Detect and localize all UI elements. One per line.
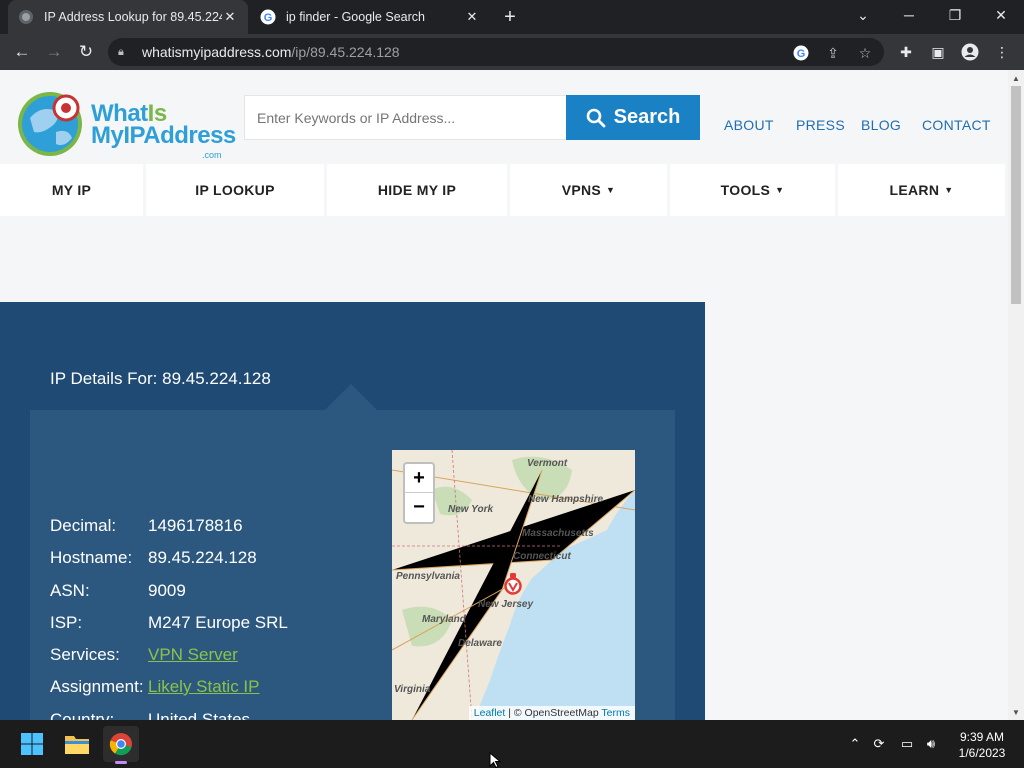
svg-text:G: G <box>264 12 273 24</box>
nav-tools[interactable]: TOOLS ▼ <box>670 164 835 216</box>
nav-ip-lookup[interactable]: IP LOOKUP <box>146 164 324 216</box>
press-link[interactable]: PRESS <box>796 117 845 133</box>
browser-toolbar: ← → ↻ 🔒︎ whatismyipaddress.com/ip/89.45.… <box>0 34 1024 70</box>
logo-text-line2: MyIPAddress <box>91 122 236 149</box>
tab-strip: IP Address Lookup for 89.45.224.128 ✕ G … <box>0 0 1024 34</box>
panel-notch <box>325 384 377 410</box>
extensions-icon[interactable]: ✚ <box>896 42 916 62</box>
close-icon[interactable]: ✕ <box>222 9 238 25</box>
map-label: Maryland <box>422 614 466 625</box>
map-label: Connecticut <box>513 551 571 562</box>
globe-logo-icon <box>18 92 82 156</box>
tab-title: ip finder - Google Search <box>286 10 425 24</box>
search-icon <box>586 108 606 127</box>
profile-icon[interactable] <box>960 42 980 62</box>
search-input[interactable] <box>244 95 566 140</box>
windows-taskbar: ⌃ ⟳ ▭ 🔊︎ 9:39 AM 1/6/2023 <box>0 720 1024 768</box>
clock-time: 9:39 AM <box>959 730 1005 744</box>
new-tab-button[interactable]: + <box>498 5 522 29</box>
mouse-cursor-icon <box>489 752 501 768</box>
sync-icon[interactable]: ⟳ <box>869 734 889 754</box>
tab-ip-lookup[interactable]: IP Address Lookup for 89.45.224.128 ✕ <box>8 0 248 34</box>
map-label: Vermont <box>527 458 568 469</box>
more-menu-icon[interactable]: ⋮ <box>992 42 1012 62</box>
map-label: New Hampshire <box>528 494 604 505</box>
caret-down-icon: ▼ <box>944 185 954 195</box>
search-button[interactable]: Search <box>566 95 700 140</box>
logo-text-suffix: .com <box>202 150 222 160</box>
scroll-up-arrow-icon[interactable]: ▲ <box>1008 70 1024 86</box>
chevron-up-icon[interactable]: ⌃ <box>845 734 865 754</box>
forward-button[interactable]: → <box>40 38 68 66</box>
minimize-button[interactable]: ─ <box>886 0 932 30</box>
restore-button[interactable]: ❐ <box>932 0 978 30</box>
side-panel-icon[interactable]: ▣ <box>928 42 948 62</box>
location-pin-icon[interactable] <box>504 572 522 596</box>
scroll-down-arrow-icon[interactable]: ▼ <box>1008 704 1024 720</box>
nav-learn[interactable]: LEARN ▼ <box>838 164 1005 216</box>
tab-google-search[interactable]: G ip finder - Google Search ✕ <box>250 0 490 34</box>
globe-icon <box>18 9 34 25</box>
url-text: whatismyipaddress.com/ip/89.45.224.128 <box>142 44 400 60</box>
search-button-label: Search <box>613 106 681 128</box>
terms-link[interactable]: Terms <box>601 707 630 719</box>
address-bar[interactable]: 🔒︎ whatismyipaddress.com/ip/89.45.224.12… <box>108 38 884 66</box>
nav-hide-my-ip[interactable]: HIDE MY IP <box>327 164 507 216</box>
google-icon: G <box>260 9 276 25</box>
clock-date: 1/6/2023 <box>958 746 1006 760</box>
caret-down-icon: ▼ <box>775 185 785 195</box>
blog-link[interactable]: BLOG <box>861 117 901 133</box>
site-logo[interactable]: WhatIs MyIPAddress .com <box>16 88 236 160</box>
caret-down-icon: ▼ <box>606 185 616 195</box>
nav-my-ip[interactable]: MY IP <box>0 164 143 216</box>
main-nav: MY IP IP LOOKUP HIDE MY IP VPNS ▼ TOOLS ▼ … <box>0 164 1008 216</box>
ip-details-heading: IP Details For: 89.45.224.128 <box>50 369 271 388</box>
map-label: New York <box>448 504 494 515</box>
svg-text:G: G <box>797 48 806 60</box>
back-button[interactable]: ← <box>8 38 36 66</box>
nav-vpns[interactable]: VPNS ▼ <box>510 164 667 216</box>
file-explorer-icon[interactable] <box>59 726 95 762</box>
network-icon[interactable]: ▭ <box>897 734 917 754</box>
map-label: Virginia <box>394 684 431 695</box>
active-app-indicator <box>115 761 127 764</box>
reload-button[interactable]: ↻ <box>72 38 100 66</box>
map-label: Massachusetts <box>522 528 594 539</box>
map-label: New Jersey <box>478 599 534 610</box>
map-label: Delaware <box>458 638 502 649</box>
windows-start-icon[interactable] <box>14 726 50 762</box>
zoom-out-button[interactable]: − <box>405 493 433 522</box>
share-icon[interactable]: ⇪ <box>824 44 842 62</box>
google-lens-icon[interactable]: G <box>792 44 810 62</box>
tab-title: IP Address Lookup for 89.45.224.128 <box>44 10 222 24</box>
chrome-icon[interactable] <box>103 726 139 764</box>
location-map[interactable]: Vermont New Hampshire New York Massachus… <box>392 450 635 720</box>
vpn-server-link[interactable]: VPN Server <box>148 645 238 665</box>
contact-link[interactable]: CONTACT <box>922 117 991 133</box>
zoom-in-button[interactable]: + <box>405 464 433 493</box>
page-scrollbar[interactable]: ▲ ▼ <box>1008 70 1024 720</box>
close-icon[interactable]: ✕ <box>464 9 480 25</box>
map-label: Pennsylvania <box>396 571 460 582</box>
map-attribution: Leaflet | © OpenStreetMap Terms <box>468 706 635 720</box>
volume-icon[interactable]: 🔊︎ <box>921 734 941 754</box>
bookmark-star-icon[interactable]: ☆ <box>856 44 874 62</box>
lock-icon: 🔒︎ <box>118 45 124 58</box>
leaflet-link[interactable]: Leaflet <box>474 707 506 719</box>
page-viewport: WhatIs MyIPAddress .com Search ABOUT PRE… <box>0 70 1008 720</box>
close-window-button[interactable]: ✕ <box>978 0 1024 30</box>
scrollbar-thumb[interactable] <box>1011 86 1021 304</box>
map-zoom-control: + − <box>403 462 435 524</box>
chevron-down-icon[interactable]: ⌄ <box>840 0 886 30</box>
likely-static-ip-link[interactable]: Likely Static IP <box>148 677 260 697</box>
system-clock[interactable]: 9:39 AM 1/6/2023 <box>950 729 1014 761</box>
about-link[interactable]: ABOUT <box>724 117 774 133</box>
